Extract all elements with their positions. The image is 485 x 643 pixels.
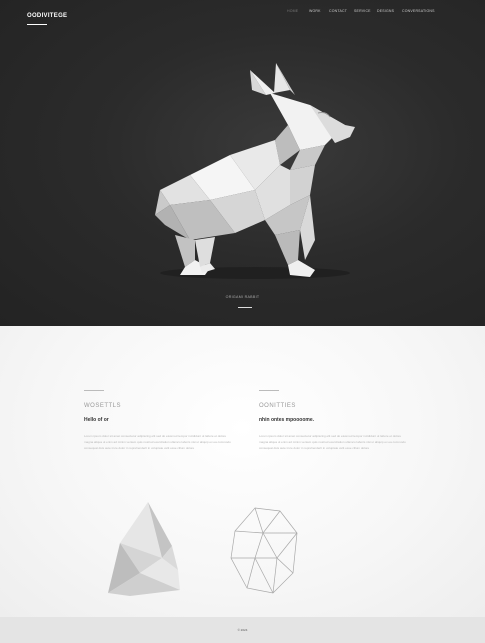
column-text: Lorem ipsum dolor sit amet consectetur a… (84, 434, 231, 450)
logo-underline (27, 24, 47, 25)
footer: © 2024 (0, 617, 485, 643)
origami-solid-shape-image (108, 502, 180, 596)
column-right: OONITTIES nhin ontes mpoooome. Lorem ips… (259, 390, 409, 451)
nav-item-work[interactable]: WORK (309, 9, 321, 13)
hero-indicator[interactable] (238, 307, 252, 308)
footer-text: © 2024 (237, 628, 248, 632)
main-nav: HOME WORK CONTACT SERVICE DESIGNS CONVER… (0, 9, 485, 17)
origami-rabbit-image (155, 63, 355, 279)
nav-item-contact[interactable]: CONTACT (329, 9, 347, 13)
column-text: Lorem ipsum dolor sit amet consectetur a… (259, 434, 406, 450)
nav-item-service[interactable]: SERVICE (354, 9, 371, 13)
nav-item-designs[interactable]: DESIGNS (377, 9, 394, 13)
column-left: WOSETTLS Hello of or Lorem ipsum dolor s… (84, 390, 234, 451)
origami-wireframe-shape-image (230, 507, 298, 594)
column-label: WOSETTLS (84, 403, 122, 409)
column-heading: Hello of or (84, 417, 109, 423)
column-rule (84, 390, 104, 391)
nav-item-home[interactable]: HOME (287, 9, 298, 13)
nav-item-conversations[interactable]: CONVERSATIONS (402, 9, 435, 13)
hero-caption: ORIGAMI RABBIT (225, 295, 260, 299)
column-rule (259, 390, 279, 391)
column-heading: nhin ontes mpoooome. (259, 417, 314, 423)
column-label: OONITTIES (259, 403, 296, 409)
